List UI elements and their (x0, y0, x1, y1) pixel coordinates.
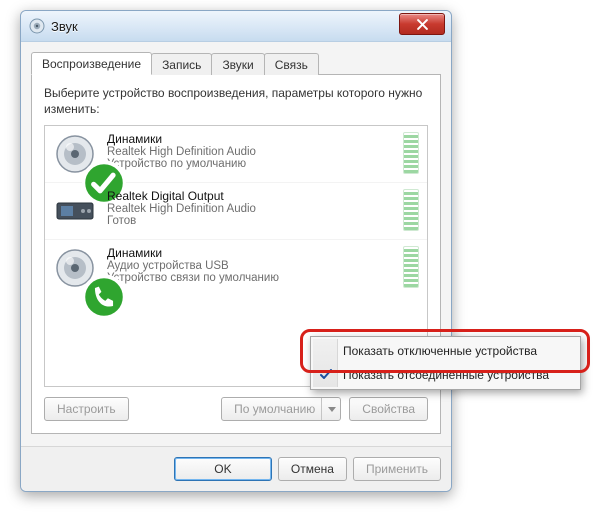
cancel-button[interactable]: Отмена (278, 457, 347, 481)
level-meter (403, 132, 419, 174)
level-meter (403, 189, 419, 231)
device-info: Динамики Realtek High Definition Audio У… (107, 132, 403, 176)
configure-button[interactable]: Настроить (44, 397, 129, 421)
sound-dialog: Звук Воспроизведение Запись Звуки Связь … (20, 10, 452, 492)
device-status: Готов (107, 215, 403, 227)
tab-playback[interactable]: Воспроизведение (31, 52, 152, 75)
tab-comm[interactable]: Связь (264, 53, 319, 75)
device-name: Динамики (107, 246, 403, 260)
device-info: Динамики Аудио устройства USB Устройство… (107, 246, 403, 290)
speaker-icon (53, 246, 97, 290)
device-name: Динамики (107, 132, 403, 146)
context-menu: Показать отключенные устройства Показать… (310, 336, 581, 390)
close-button[interactable] (399, 13, 445, 35)
apply-button[interactable]: Применить (353, 457, 441, 481)
digital-output-icon (53, 189, 97, 233)
menu-show-disabled[interactable]: Показать отключенные устройства (313, 339, 578, 363)
device-status: Устройство по умолчанию (107, 158, 403, 170)
device-driver: Аудио устройства USB (107, 260, 403, 272)
check-icon (318, 343, 334, 359)
tab-bar: Воспроизведение Запись Звуки Связь (31, 50, 441, 75)
check-icon (318, 367, 334, 383)
phone-badge-icon (82, 275, 99, 292)
dialog-button-row: OK Отмена Применить (21, 446, 451, 491)
check-badge-icon (82, 161, 99, 178)
device-name: Realtek Digital Output (107, 189, 403, 203)
properties-button[interactable]: Свойства (349, 397, 428, 421)
panel-button-row: Настроить По умолчанию Свойства (44, 397, 428, 421)
device-driver: Realtek High Definition Audio (107, 146, 403, 158)
device-row[interactable]: Динамики Realtek High Definition Audio У… (45, 126, 427, 183)
device-status: Устройство связи по умолчанию (107, 272, 403, 284)
tab-sounds[interactable]: Звуки (211, 53, 264, 75)
level-meter (403, 246, 419, 288)
menu-show-disconnected[interactable]: Показать отсоединенные устройства (313, 363, 578, 387)
menu-item-label: Показать отсоединенные устройства (343, 368, 549, 382)
instruction-text: Выберите устройство воспроизведения, пар… (44, 85, 428, 117)
device-row[interactable]: Динамики Аудио устройства USB Устройство… (45, 240, 427, 296)
device-info: Realtek Digital Output Realtek High Defi… (107, 189, 403, 233)
chevron-down-icon[interactable] (321, 398, 336, 420)
set-default-button[interactable]: По умолчанию (221, 397, 341, 421)
window-title: Звук (51, 19, 78, 34)
set-default-label: По умолчанию (234, 402, 315, 416)
ok-button[interactable]: OK (174, 457, 272, 481)
device-row[interactable]: Realtek Digital Output Realtek High Defi… (45, 183, 427, 240)
device-driver: Realtek High Definition Audio (107, 203, 403, 215)
speaker-icon (53, 132, 97, 176)
sound-app-icon (29, 18, 45, 34)
titlebar[interactable]: Звук (21, 11, 451, 42)
menu-item-label: Показать отключенные устройства (343, 344, 537, 358)
tab-record[interactable]: Запись (151, 53, 212, 75)
